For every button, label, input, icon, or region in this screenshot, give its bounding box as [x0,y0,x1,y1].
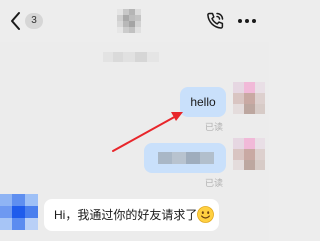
contact-name-mosaic [117,9,141,33]
blurred-timestamp [103,50,159,64]
chat-screen: 3 hello 已读 已读 Hi，我通过你的好友请求了 [0,0,269,241]
chevron-left-icon [11,12,20,30]
chat-header: 3 [0,0,269,42]
call-button[interactable] [205,11,225,31]
smiley-emoji-icon [197,206,214,223]
unread-count-badge: 3 [25,13,43,29]
back-button[interactable] [8,8,24,34]
read-status: 已读 [205,122,224,132]
my-avatar[interactable] [233,82,265,114]
message-bubble-incoming[interactable]: Hi，我通过你的好友请求了 [44,199,219,231]
message-bubble-outgoing[interactable]: hello [180,87,226,117]
contact-avatar[interactable] [0,194,38,230]
phone-call-icon [207,12,224,29]
message-bubble-outgoing-blurred[interactable] [144,143,226,173]
more-button[interactable] [236,11,258,31]
read-status: 已读 [205,178,224,188]
more-dots-icon [238,19,256,23]
my-avatar[interactable] [233,138,265,170]
message-text: Hi，我通过你的好友请求了 [54,208,198,222]
